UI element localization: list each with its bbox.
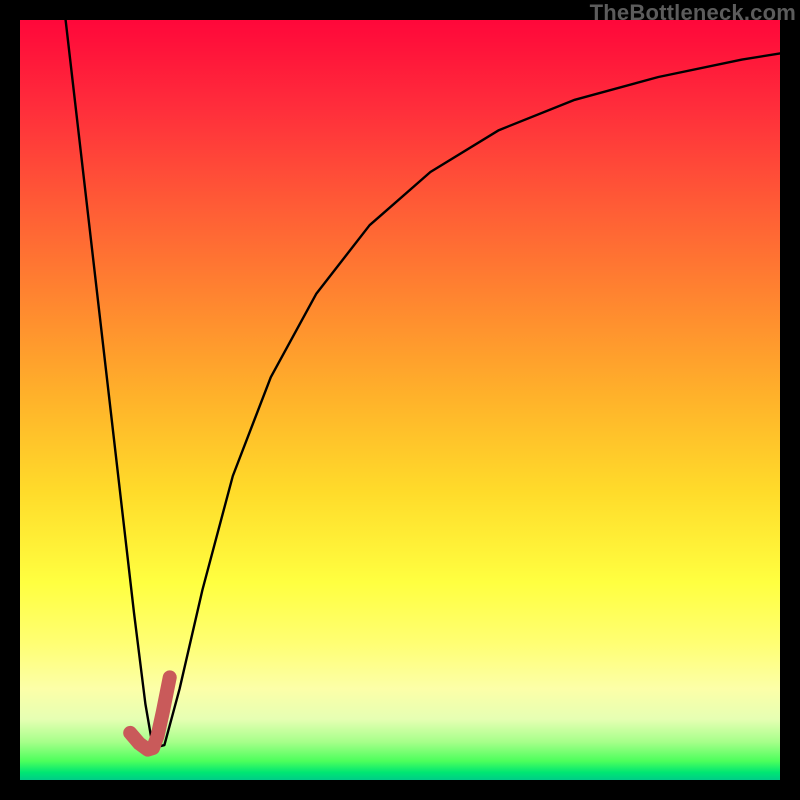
chart-svg [20,20,780,780]
bottleneck-curve [66,20,780,748]
watermark-text: TheBottleneck.com [590,0,796,26]
chart-plot-area [20,20,780,780]
chart-frame: TheBottleneck.com [0,0,800,800]
accent-segment [130,677,170,749]
